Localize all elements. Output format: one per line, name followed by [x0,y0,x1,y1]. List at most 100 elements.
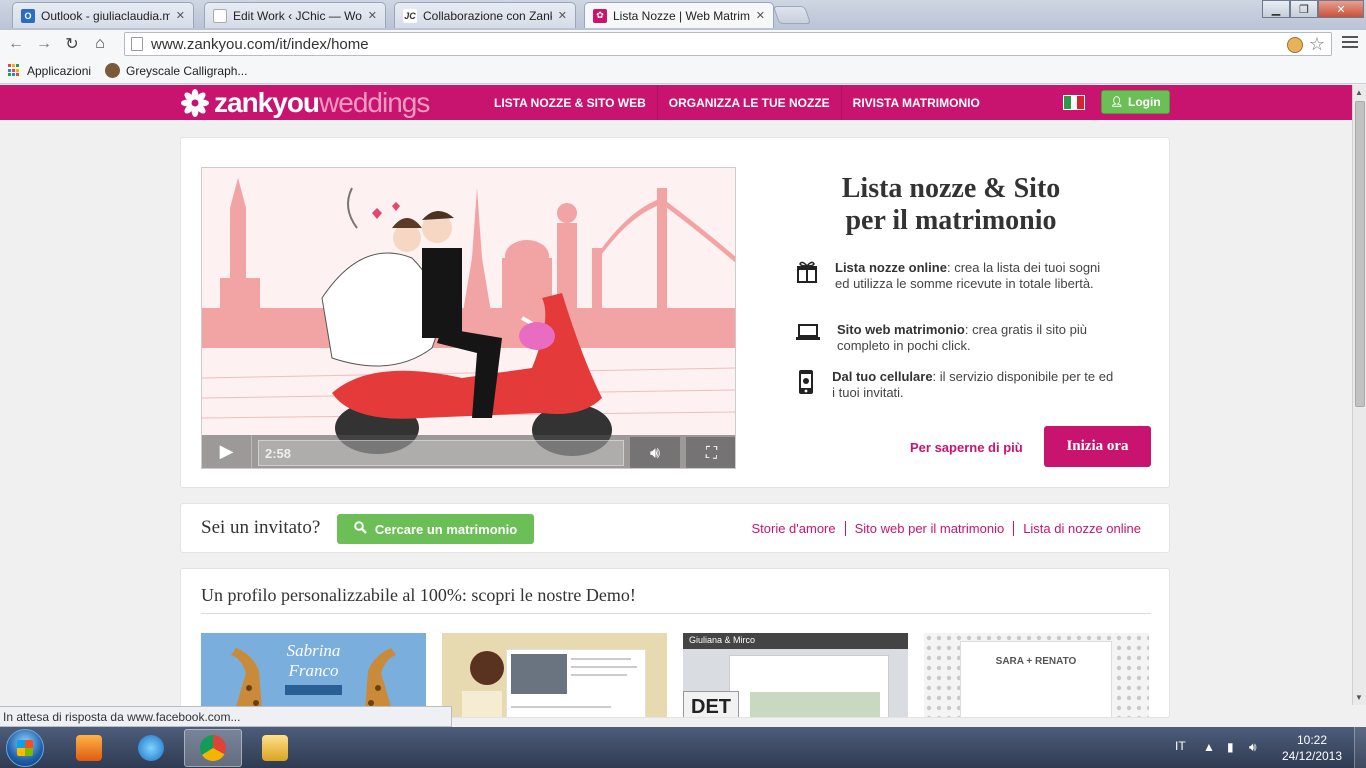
show-desktop-button[interactable] [1354,727,1366,768]
fullscreen-icon[interactable]: ⛶ [686,437,735,468]
battery-icon[interactable]: ▮ [1227,740,1241,754]
feature-title: Dal tuo cellulare [832,369,933,384]
play-icon[interactable]: ▶ [202,435,252,468]
tab-title: Collaborazione con Zanky [423,8,552,23]
feature-title: Lista nozze online [835,260,947,275]
smartphone-icon [796,369,815,397]
site-header: zankyou weddings LISTA NOZZE & SITO WEB O… [0,85,1352,120]
chrome-button[interactable] [184,729,242,767]
nav-organizza[interactable]: ORGANIZZA LE TUE NOZZE [658,85,842,120]
demo-thumbnail-agenda[interactable] [442,633,667,717]
search-wedding-label: Cercare un matrimonio [374,521,518,537]
address-bar[interactable]: www.zankyou.com/it/index/home ☆ [124,32,1332,56]
hero-title: Lista nozze & Sito per il matrimonio [801,173,1101,237]
logo-text-weddings: weddings [319,86,430,118]
login-button[interactable]: 👤︎ Login [1101,90,1170,114]
italy-flag-icon[interactable] [1063,95,1085,110]
language-indicator[interactable]: IT [1175,739,1186,753]
internet-explorer-button[interactable] [122,729,180,767]
wedding-scooter-illustration [202,168,735,468]
learn-more-link[interactable]: Per saperne di più [910,440,1023,455]
tab-collaborazione[interactable]: JC Collaborazione con Zanky ✕ [394,2,576,28]
home-icon[interactable]: ⌂ [88,32,112,56]
apps-grid-icon [8,64,21,77]
bookmark-label: Applicazioni [27,63,92,78]
search-icon [354,521,367,537]
guest-question: Sei un invitato? [201,517,321,538]
chrome-menu-icon[interactable] [1342,36,1358,51]
new-tab-button[interactable] [772,6,812,24]
demo-page-preview [729,655,889,717]
scroll-up-arrow-icon[interactable]: ▲ [1355,88,1363,97]
reload-icon[interactable]: ↻ [60,32,84,56]
outlook-icon: O [21,8,35,23]
demo-card: Un profilo personalizzabile al 100%: sco… [180,568,1170,718]
decorative-circle [470,651,504,685]
tab-title: Edit Work ‹ JChic — Word [233,8,362,23]
text-line [571,666,637,668]
link-sito-web[interactable]: Sito web per il matrimonio [844,521,1014,536]
system-clock[interactable]: 10:22 24/12/2013 [1280,732,1344,764]
guest-card: Sei un invitato? Cercare un matrimonio S… [180,503,1170,553]
forward-arrow-icon[interactable]: → [32,32,56,56]
start-now-button[interactable]: Inizia ora [1044,426,1151,467]
status-bar: In attesa di risposta da www.facebook.co… [0,706,452,727]
video-progress-bar[interactable] [258,440,624,466]
bookmark-star-icon[interactable]: ☆ [1309,34,1325,55]
link-lista-nozze[interactable]: Lista di nozze online [1013,521,1141,536]
windows-taskbar: IT ▲ ▮ 🔊︎ 10:22 24/12/2013 [0,727,1366,768]
search-wedding-button[interactable]: Cercare un matrimonio [337,514,534,544]
media-player-button[interactable] [60,729,118,767]
close-icon[interactable]: ✕ [558,9,567,22]
demo-thumbnail-giuliana-mirco[interactable]: Giuliana & Mirco DET [683,633,908,717]
demo-header-bar: Giuliana & Mirco [683,633,908,649]
volume-tray-icon[interactable]: 🔊︎ [1249,740,1263,754]
license-plate: DET [683,691,739,717]
restore-icon[interactable]: ❐ [1290,0,1318,18]
window-controls: ▁ ❐ ✕ [1262,0,1364,20]
clock-time: 10:22 [1296,733,1328,747]
volume-icon[interactable]: 🔊︎ [630,437,680,468]
media-player-icon [76,735,102,761]
tab-lista-nozze[interactable]: ✿ Lista Nozze | Web Matrim ✕ [584,2,774,28]
extension-icon[interactable] [1287,37,1303,53]
bookmark-greyscale[interactable]: Greyscale Calligraph... [105,63,247,78]
tab-outlook[interactable]: O Outlook - giuliaclaudia.m ✕ [12,2,194,28]
scroll-thumb[interactable] [1355,101,1365,407]
close-icon[interactable]: ✕ [176,9,185,22]
url-text: www.zankyou.com/it/index/home [151,35,369,53]
scroll-down-arrow-icon[interactable]: ▼ [1355,693,1363,702]
windows-logo-icon [17,740,33,756]
minimize-icon[interactable]: ▁ [1262,0,1290,18]
bookmark-label: Greyscale Calligraph... [126,63,248,78]
page-scrollbar[interactable]: ▲ ▼ [1352,85,1366,705]
close-window-icon[interactable]: ✕ [1318,0,1364,18]
chrome-icon [200,735,226,761]
bookmarks-bar: Applicazioni Greyscale Calligraph... [0,58,1366,84]
nav-rivista[interactable]: RIVISTA MATRIMONIO [842,85,991,120]
start-button[interactable] [6,729,44,767]
link-storie-amore[interactable]: Storie d'amore [751,521,844,536]
main-content: ▶ 2:58 🔊︎ ⛶ Lista nozze & Sito per il ma… [0,120,1352,718]
zankyou-logo[interactable]: zankyou weddings [180,85,430,120]
demo-names: SARA + RENATO [995,656,1077,667]
user-icon: 👤︎ [1110,96,1124,108]
close-icon[interactable]: ✕ [756,9,765,22]
nav-lista-nozze[interactable]: LISTA NOZZE & SITO WEB [483,85,658,120]
back-arrow-icon[interactable]: ← [4,32,28,56]
tab-edit-work[interactable]: Edit Work ‹ JChic — Word ✕ [204,2,386,28]
page-icon [213,8,227,23]
close-icon[interactable]: ✕ [368,9,377,22]
video-time: 2:58 [265,446,292,461]
video-player[interactable]: ▶ 2:58 🔊︎ ⛶ [201,167,736,469]
photo-placeholder [511,654,567,694]
demo-thumbnail-sara-renato[interactable]: SARA + RENATO [924,633,1149,717]
folder-icon [262,735,288,761]
show-hidden-icons-icon[interactable]: ▲ [1203,740,1217,754]
divider [201,613,1151,614]
jchic-icon: JC [403,8,417,23]
bookmark-applicazioni[interactable]: Applicazioni [8,64,91,78]
browser-tabstrip: O Outlook - giuliaclaudia.m ✕ Edit Work … [0,0,1366,30]
hero-title-line1: Lista nozze & Sito [841,173,1061,204]
file-explorer-button[interactable] [246,729,304,767]
